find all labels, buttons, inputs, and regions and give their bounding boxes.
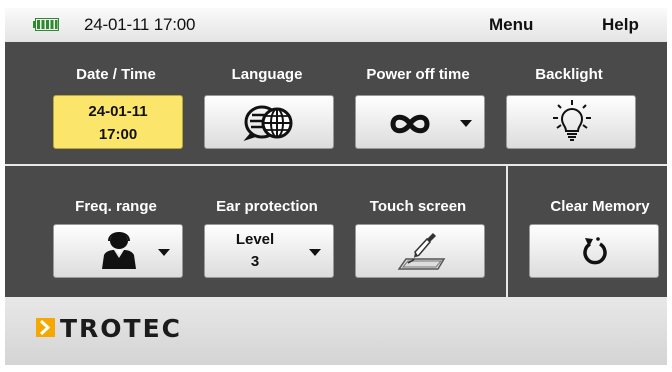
- clear-memory-label: Clear Memory: [550, 198, 650, 215]
- power-off-label: Power off time: [366, 66, 470, 83]
- date-time-label: Date / Time: [76, 66, 156, 83]
- date-value: 24-01-11: [88, 103, 148, 120]
- touch-screen-button[interactable]: [355, 224, 485, 278]
- ear-protection-level-label: Level: [235, 231, 275, 248]
- help-link[interactable]: Help: [602, 15, 639, 35]
- clear-memory-button[interactable]: [529, 224, 659, 278]
- chevron-down-icon: [460, 120, 472, 127]
- backlight-button[interactable]: [506, 95, 636, 149]
- language-label: Language: [231, 66, 303, 83]
- ear-protection-label: Ear protection: [216, 198, 318, 215]
- freq-range-dropdown[interactable]: [53, 224, 183, 278]
- trotec-logo-icon: [36, 318, 55, 337]
- pen-tablet-icon: [397, 233, 446, 270]
- date-time-button[interactable]: 24-01-11 17:00: [53, 95, 183, 149]
- chevron-down-icon: [309, 249, 321, 256]
- power-off-dropdown[interactable]: [355, 95, 485, 149]
- language-button[interactable]: [204, 95, 334, 149]
- row-divider: [5, 164, 667, 166]
- ear-protection-dropdown[interactable]: Level 3: [204, 224, 334, 278]
- backlight-label: Backlight: [535, 66, 603, 83]
- language-globe-icon: [243, 105, 293, 142]
- footer-bar: TROTEC: [5, 297, 667, 365]
- touch-screen-label: Touch screen: [369, 198, 467, 215]
- chevron-down-icon: [158, 249, 170, 256]
- device-screen: 24-01-11 17:00 Menu Help Date / Time 24-…: [0, 0, 672, 372]
- column-divider: [506, 166, 508, 297]
- ear-protection-level-value: 3: [250, 253, 260, 270]
- lightbulb-icon: [553, 100, 591, 141]
- reset-icon: [583, 237, 607, 265]
- battery-full-icon: [33, 18, 59, 31]
- time-value: 17:00: [98, 126, 138, 143]
- freq-range-label: Freq. range: [75, 198, 157, 215]
- settings-panel: Date / Time 24-01-11 17:00 Language Powe…: [5, 42, 667, 297]
- brand-logo: TROTEC: [60, 314, 183, 343]
- status-bar: 24-01-11 17:00 Menu Help: [5, 8, 667, 42]
- status-datetime: 24-01-11 17:00: [84, 15, 196, 34]
- menu-link[interactable]: Menu: [489, 15, 533, 35]
